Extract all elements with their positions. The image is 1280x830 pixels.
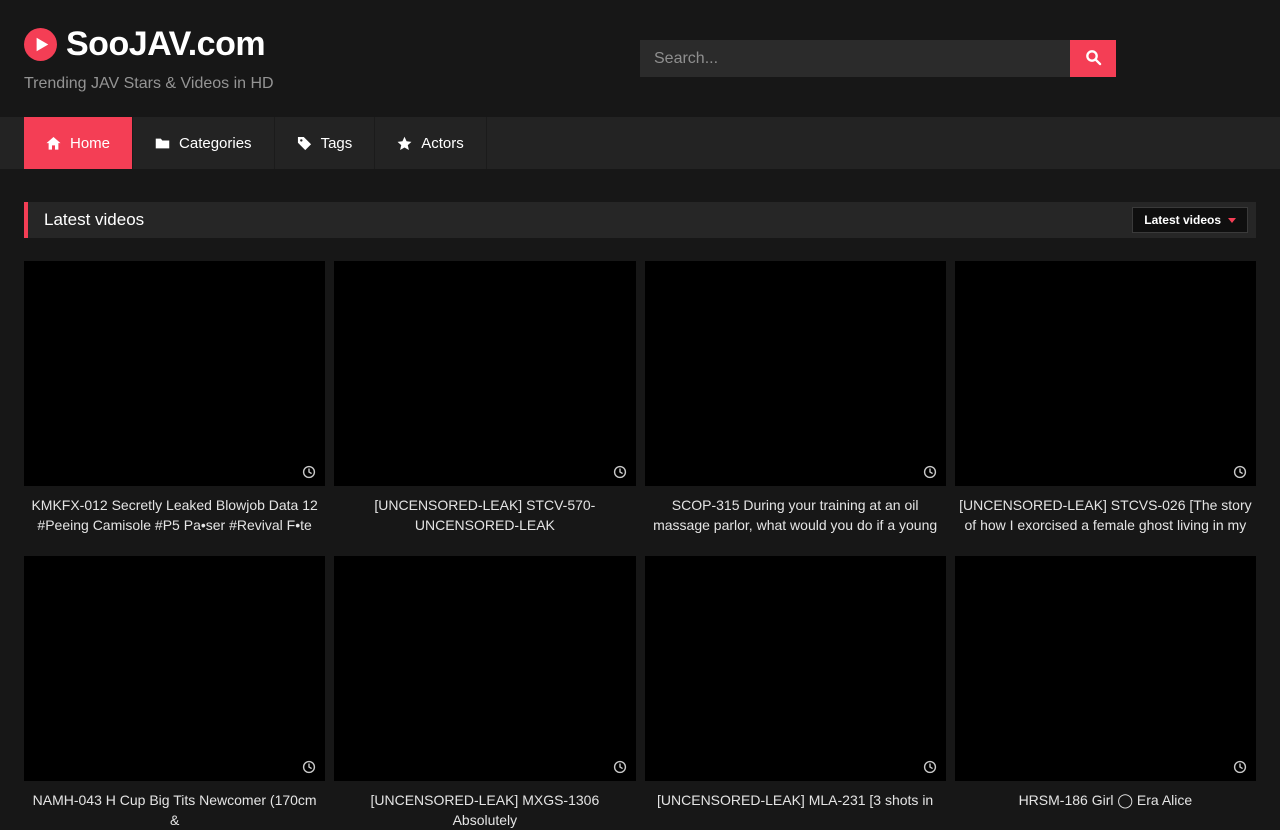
video-thumbnail bbox=[955, 261, 1256, 486]
nav-label: Home bbox=[70, 135, 110, 152]
main-nav: Home Categories Tags Actors bbox=[0, 117, 1280, 169]
nav-label: Actors bbox=[421, 135, 464, 152]
star-icon bbox=[397, 136, 412, 151]
video-thumbnail bbox=[645, 556, 946, 781]
video-card[interactable]: KMKFX-012 Secretly Leaked Blowjob Data 1… bbox=[24, 261, 325, 535]
play-icon bbox=[24, 28, 57, 61]
site-logo-text: SooJAV.com bbox=[66, 25, 265, 64]
site-header: SooJAV.com Trending JAV Stars & Videos i… bbox=[0, 0, 1280, 117]
nav-item-tags[interactable]: Tags bbox=[275, 117, 376, 169]
sort-dropdown-label: Latest videos bbox=[1144, 213, 1221, 227]
brand-block: SooJAV.com Trending JAV Stars & Videos i… bbox=[24, 25, 274, 93]
clock-icon bbox=[1233, 465, 1247, 479]
video-thumbnail bbox=[334, 556, 635, 781]
video-title: [UNCENSORED-LEAK] MLA-231 [3 shots in bbox=[649, 790, 942, 810]
video-grid: KMKFX-012 Secretly Leaked Blowjob Data 1… bbox=[24, 261, 1256, 830]
search-form bbox=[640, 40, 1116, 77]
clock-icon bbox=[613, 760, 627, 774]
nav-label: Tags bbox=[321, 135, 353, 152]
video-card[interactable]: [UNCENSORED-LEAK] MLA-231 [3 shots in bbox=[645, 556, 946, 830]
clock-icon bbox=[613, 465, 627, 479]
site-logo[interactable]: SooJAV.com bbox=[24, 25, 274, 64]
nav-item-actors[interactable]: Actors bbox=[375, 117, 487, 169]
clock-icon bbox=[302, 760, 316, 774]
site-tagline: Trending JAV Stars & Videos in HD bbox=[24, 75, 274, 93]
video-thumbnail bbox=[955, 556, 1256, 781]
video-card[interactable]: [UNCENSORED-LEAK] MXGS-1306 Absolutely bbox=[334, 556, 635, 830]
video-card[interactable]: SCOP-315 During your training at an oil … bbox=[645, 261, 946, 535]
nav-item-categories[interactable]: Categories bbox=[133, 117, 275, 169]
video-title: SCOP-315 During your training at an oil … bbox=[649, 495, 942, 535]
tag-icon bbox=[297, 136, 312, 151]
clock-icon bbox=[923, 760, 937, 774]
video-card[interactable]: [UNCENSORED-LEAK] STCVS-026 [The story o… bbox=[955, 261, 1256, 535]
video-card[interactable]: HRSM-186 Girl ◯ Era Alice bbox=[955, 556, 1256, 830]
sort-dropdown[interactable]: Latest videos bbox=[1132, 207, 1248, 233]
search-input[interactable] bbox=[640, 40, 1070, 77]
video-thumbnail bbox=[24, 556, 325, 781]
nav-item-home[interactable]: Home bbox=[24, 117, 133, 169]
video-thumbnail bbox=[24, 261, 325, 486]
video-card[interactable]: NAMH-043 H Cup Big Tits Newcomer (170cm … bbox=[24, 556, 325, 830]
clock-icon bbox=[1233, 760, 1247, 774]
video-title: [UNCENSORED-LEAK] STCV-570-UNCENSORED-LE… bbox=[338, 495, 631, 535]
clock-icon bbox=[923, 465, 937, 479]
video-thumbnail bbox=[334, 261, 635, 486]
video-thumbnail bbox=[645, 261, 946, 486]
search-button[interactable] bbox=[1070, 40, 1116, 77]
video-title: KMKFX-012 Secretly Leaked Blowjob Data 1… bbox=[28, 495, 321, 535]
nav-label: Categories bbox=[179, 135, 252, 152]
video-title: HRSM-186 Girl ◯ Era Alice bbox=[959, 790, 1252, 810]
clock-icon bbox=[302, 465, 316, 479]
video-title: [UNCENSORED-LEAK] STCVS-026 [The story o… bbox=[959, 495, 1252, 535]
search-icon bbox=[1085, 49, 1102, 69]
caret-down-icon bbox=[1228, 218, 1236, 223]
video-card[interactable]: [UNCENSORED-LEAK] STCV-570-UNCENSORED-LE… bbox=[334, 261, 635, 535]
main-content: Latest videos Latest videos KMKFX-012 Se… bbox=[24, 202, 1256, 830]
section-title: Latest videos bbox=[44, 210, 1132, 230]
folder-icon bbox=[155, 136, 170, 151]
section-header: Latest videos Latest videos bbox=[24, 202, 1256, 238]
home-icon bbox=[46, 136, 61, 151]
video-title: [UNCENSORED-LEAK] MXGS-1306 Absolutely bbox=[338, 790, 631, 830]
video-title: NAMH-043 H Cup Big Tits Newcomer (170cm … bbox=[28, 790, 321, 830]
